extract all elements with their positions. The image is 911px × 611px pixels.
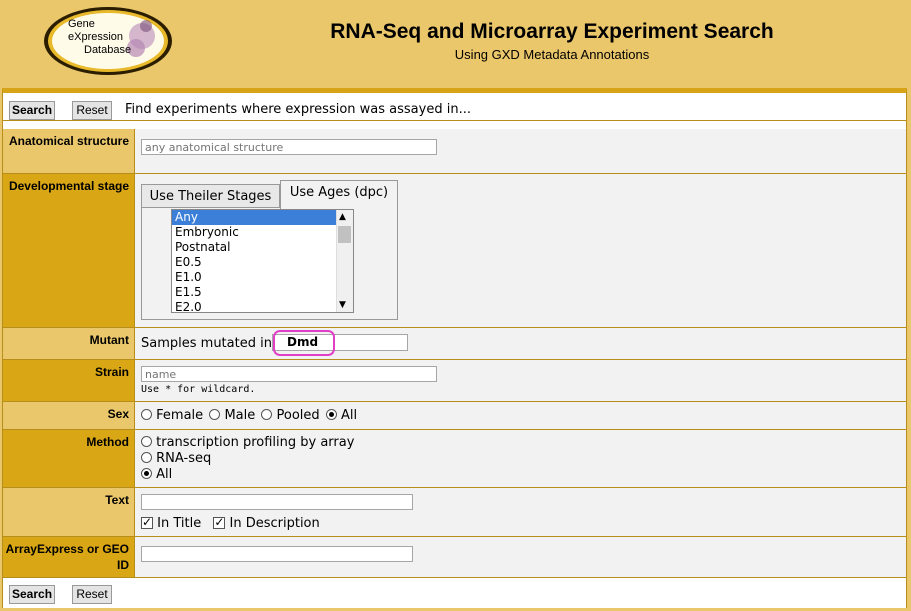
method-array-label: transcription profiling by array: [156, 435, 355, 450]
stage-list-scrollbar[interactable]: ▲ ▼: [336, 210, 353, 312]
sex-female-label: Female: [156, 408, 204, 423]
method-row: Method transcription profiling by array …: [3, 430, 906, 488]
tab-theiler-stages[interactable]: Use Theiler Stages: [141, 184, 280, 208]
logo-text-expression: eXpression: [68, 31, 124, 43]
intro-text: Find experiments where expression was as…: [125, 102, 471, 117]
method-option-all[interactable]: All: [141, 467, 906, 483]
reset-button-bottom[interactable]: Reset: [72, 585, 112, 604]
logo-text-gene: Gene: [68, 18, 95, 30]
in-description-checkbox[interactable]: In Description: [213, 515, 320, 531]
in-description-label: In Description: [229, 516, 320, 531]
sex-option-female[interactable]: Female: [141, 408, 203, 423]
search-button-top[interactable]: Search: [9, 101, 55, 120]
stage-row: Developmental stage Use Theiler Stages U…: [3, 174, 906, 328]
list-item[interactable]: E0.5: [172, 255, 338, 270]
sex-pooled-label: Pooled: [276, 408, 320, 423]
list-item[interactable]: Embryonic: [172, 225, 338, 240]
strain-row: Strain Use * for wildcard.: [3, 360, 906, 402]
sex-option-male[interactable]: Male: [209, 408, 255, 423]
method-option-array[interactable]: transcription profiling by array: [141, 435, 906, 451]
text-search-input[interactable]: [141, 494, 413, 510]
text-row: Text In Title In Description: [3, 488, 906, 537]
in-title-checkbox[interactable]: In Title: [141, 515, 202, 531]
mutant-prompt: Samples mutated in: [141, 336, 272, 351]
mutant-gene-value: Dmd: [287, 335, 319, 349]
bottom-action-bar: Search Reset: [3, 578, 906, 608]
tab-ages-dpc[interactable]: Use Ages (dpc): [280, 180, 398, 209]
radio-icon[interactable]: [141, 452, 152, 463]
scroll-up-icon[interactable]: ▲: [339, 212, 346, 222]
sex-option-all[interactable]: All: [325, 408, 358, 423]
in-title-label: In Title: [157, 516, 202, 531]
accession-row: ArrayExpress or GEO ID: [3, 537, 906, 578]
radio-selected-icon[interactable]: [141, 468, 152, 479]
page-subtitle: Using GXD Metadata Annotations: [454, 47, 650, 62]
list-item[interactable]: E1.5: [172, 285, 338, 300]
list-item[interactable]: E2.0: [172, 300, 338, 312]
mutant-row: Mutant Samples mutated in Dmd: [3, 328, 906, 360]
sex-male-label: Male: [224, 408, 256, 423]
radio-selected-icon[interactable]: [325, 409, 337, 420]
sex-label: Sex: [3, 402, 135, 429]
text-label: Text: [3, 488, 135, 536]
sex-all-label: All: [340, 408, 358, 423]
gxd-logo[interactable]: Gene eXpression Database: [42, 6, 172, 76]
stage-label: Developmental stage: [3, 174, 135, 327]
checkbox-checked-icon[interactable]: [213, 515, 226, 529]
search-form: Search Reset Find experiments where expr…: [2, 88, 907, 608]
method-option-rnaseq[interactable]: RNA-seq: [141, 451, 906, 467]
method-rnaseq-label: RNA-seq: [156, 451, 212, 466]
reset-button-top[interactable]: Reset: [72, 101, 112, 120]
radio-icon[interactable]: [141, 409, 152, 420]
method-all-label: All: [156, 467, 173, 482]
radio-icon[interactable]: [261, 409, 273, 420]
anatomy-input[interactable]: [141, 139, 437, 155]
logo-text-database: Database: [84, 44, 132, 56]
list-item[interactable]: Any: [172, 210, 338, 225]
sex-row: Sex Female Male Pooled All: [3, 402, 906, 430]
radio-icon[interactable]: [141, 436, 152, 447]
anatomy-label: Anatomical structure: [3, 129, 135, 173]
accession-input[interactable]: [141, 546, 413, 562]
top-action-bar: Search Reset Find experiments where expr…: [3, 93, 906, 121]
search-button-bottom[interactable]: Search: [9, 585, 55, 604]
accession-label: ArrayExpress or GEO ID: [3, 537, 135, 577]
sex-option-pooled[interactable]: Pooled: [261, 408, 320, 423]
page-header: Gene eXpression Database RNA-Seq and Mic…: [0, 0, 911, 88]
list-item[interactable]: Postnatal: [172, 240, 338, 255]
page-title: RNA-Seq and Microarray Experiment Search: [330, 20, 774, 43]
list-item[interactable]: E1.0: [172, 270, 338, 285]
checkbox-checked-icon[interactable]: [141, 515, 153, 529]
strain-input[interactable]: [141, 366, 437, 382]
radio-icon[interactable]: [209, 409, 221, 420]
anatomy-row: Anatomical structure: [3, 129, 906, 174]
scrollbar-thumb[interactable]: [338, 226, 351, 243]
strain-label: Strain: [3, 360, 135, 401]
scroll-down-icon[interactable]: ▼: [339, 300, 346, 310]
method-label: Method: [3, 430, 135, 487]
strain-hint: Use * for wildcard.: [141, 384, 256, 395]
stage-listbox[interactable]: Any Embryonic Postnatal E0.5 E1.0 E1.5 E…: [171, 209, 354, 313]
mutant-label: Mutant: [3, 328, 135, 359]
